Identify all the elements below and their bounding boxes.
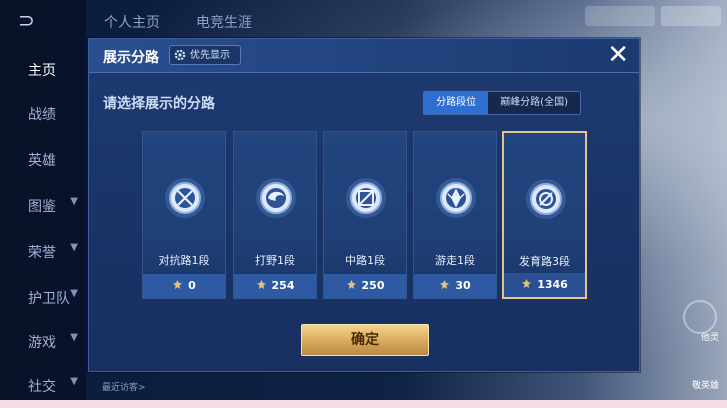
tab-peak-route[interactable]: 巅峰分路(全国) [488, 92, 580, 114]
route-card-jungle[interactable]: 打野1段 254 [233, 131, 317, 299]
sidebar-item-codex[interactable]: 图鉴 ▼ [0, 196, 86, 216]
sidebar-item-label: 战绩 [28, 107, 56, 123]
route-label: 中路1段 [345, 254, 385, 267]
currency-badge [585, 6, 655, 26]
tab-route-rank[interactable]: 分路段位 [424, 92, 489, 114]
sidebar-item-label: 图鉴 [28, 199, 56, 215]
gear-icon [174, 49, 186, 61]
route-label: 发育路3段 [519, 255, 570, 268]
back-icon[interactable]: ⊃ [18, 10, 60, 30]
score-bar: 1346 [504, 273, 585, 297]
route-card-clash[interactable]: 对抗路1段 0 [142, 131, 226, 299]
side-label: 他灵 [700, 333, 719, 343]
roam-icon [436, 178, 476, 218]
score-icon [346, 280, 356, 289]
sidebar-item-guard[interactable]: 护卫队 ▼ [0, 288, 86, 308]
chevron-down-icon: ▼ [70, 332, 78, 343]
modal-header: 展示分路 优先显示 ✕ [89, 39, 639, 73]
score-value: 30 [455, 279, 471, 292]
score-bar: 30 [414, 274, 496, 298]
sidebar: ⊃ 主页 战绩 英雄 图鉴 ▼ 荣誉 ▼ 护卫队 ▼ 游戏 ▼ 社交 ▼ [0, 0, 86, 400]
chevron-down-icon: ▼ [70, 242, 78, 253]
chevron-down-icon: ▼ [70, 376, 78, 387]
sidebar-item-honor[interactable]: 荣誉 ▼ [0, 242, 86, 262]
score-icon [173, 280, 183, 289]
sidebar-item-label: 主页 [28, 63, 56, 79]
sidebar-item-label: 游戏 [28, 335, 56, 351]
sidebar-item-games[interactable]: 游戏 ▼ [0, 332, 86, 352]
route-label: 游走1段 [435, 254, 475, 267]
score-value: 1346 [537, 278, 568, 291]
sidebar-item-home[interactable]: 主页 [0, 60, 86, 80]
priority-label: 优先显示 [190, 50, 230, 61]
route-card-mid[interactable]: 中路1段 250 [323, 131, 407, 299]
score-value: 0 [188, 279, 196, 292]
sidebar-item-label: 社交 [28, 379, 56, 395]
avatar[interactable] [683, 300, 717, 334]
side-label: 敬英雄 [691, 381, 719, 391]
recent-visitors-link[interactable]: 最近访客> [102, 380, 146, 393]
mid-lane-icon [346, 178, 386, 218]
score-value: 250 [361, 279, 385, 292]
bottom-strip [0, 400, 727, 408]
jungle-icon [256, 178, 296, 218]
score-icon [440, 280, 450, 289]
close-icon[interactable]: ✕ [607, 41, 629, 69]
confirm-button[interactable]: 确定 [301, 324, 429, 356]
route-card-farm[interactable]: 发育路3段 1346 [502, 131, 587, 299]
clash-lane-icon [165, 178, 205, 218]
sidebar-item-record[interactable]: 战绩 [0, 104, 86, 124]
score-icon [522, 279, 532, 288]
modal-title: 展示分路 [103, 50, 159, 66]
farm-lane-icon [526, 179, 566, 219]
sidebar-item-label: 荣誉 [28, 245, 56, 261]
tab-profile[interactable]: 个人主页 [104, 12, 160, 32]
route-label: 对抗路1段 [158, 254, 210, 267]
score-bar: 250 [324, 274, 406, 298]
chevron-down-icon: ▼ [70, 196, 78, 207]
tab-esports[interactable]: 电竞生涯 [196, 12, 252, 32]
route-label: 打野1段 [255, 254, 295, 267]
modal-subtitle: 请选择展示的分路 [103, 96, 215, 112]
currency-badge [661, 6, 721, 26]
route-type-toggle: 分路段位 巅峰分路(全国) [423, 91, 581, 115]
score-icon [256, 280, 266, 289]
route-display-modal: 展示分路 优先显示 ✕ 请选择展示的分路 分路段位 巅峰分路(全国) 对抗路1段… [88, 38, 640, 372]
sidebar-item-label: 英雄 [28, 153, 56, 169]
route-card-roam[interactable]: 游走1段 30 [413, 131, 497, 299]
sidebar-item-heroes[interactable]: 英雄 [0, 150, 86, 170]
chevron-down-icon: ▼ [70, 288, 78, 299]
priority-display-button[interactable]: 优先显示 [169, 45, 241, 65]
score-value: 254 [271, 279, 295, 292]
score-bar: 254 [234, 274, 316, 298]
sidebar-item-label: 护卫队 [28, 291, 70, 307]
sidebar-item-social[interactable]: 社交 ▼ [0, 376, 86, 396]
score-bar: 0 [143, 274, 225, 298]
